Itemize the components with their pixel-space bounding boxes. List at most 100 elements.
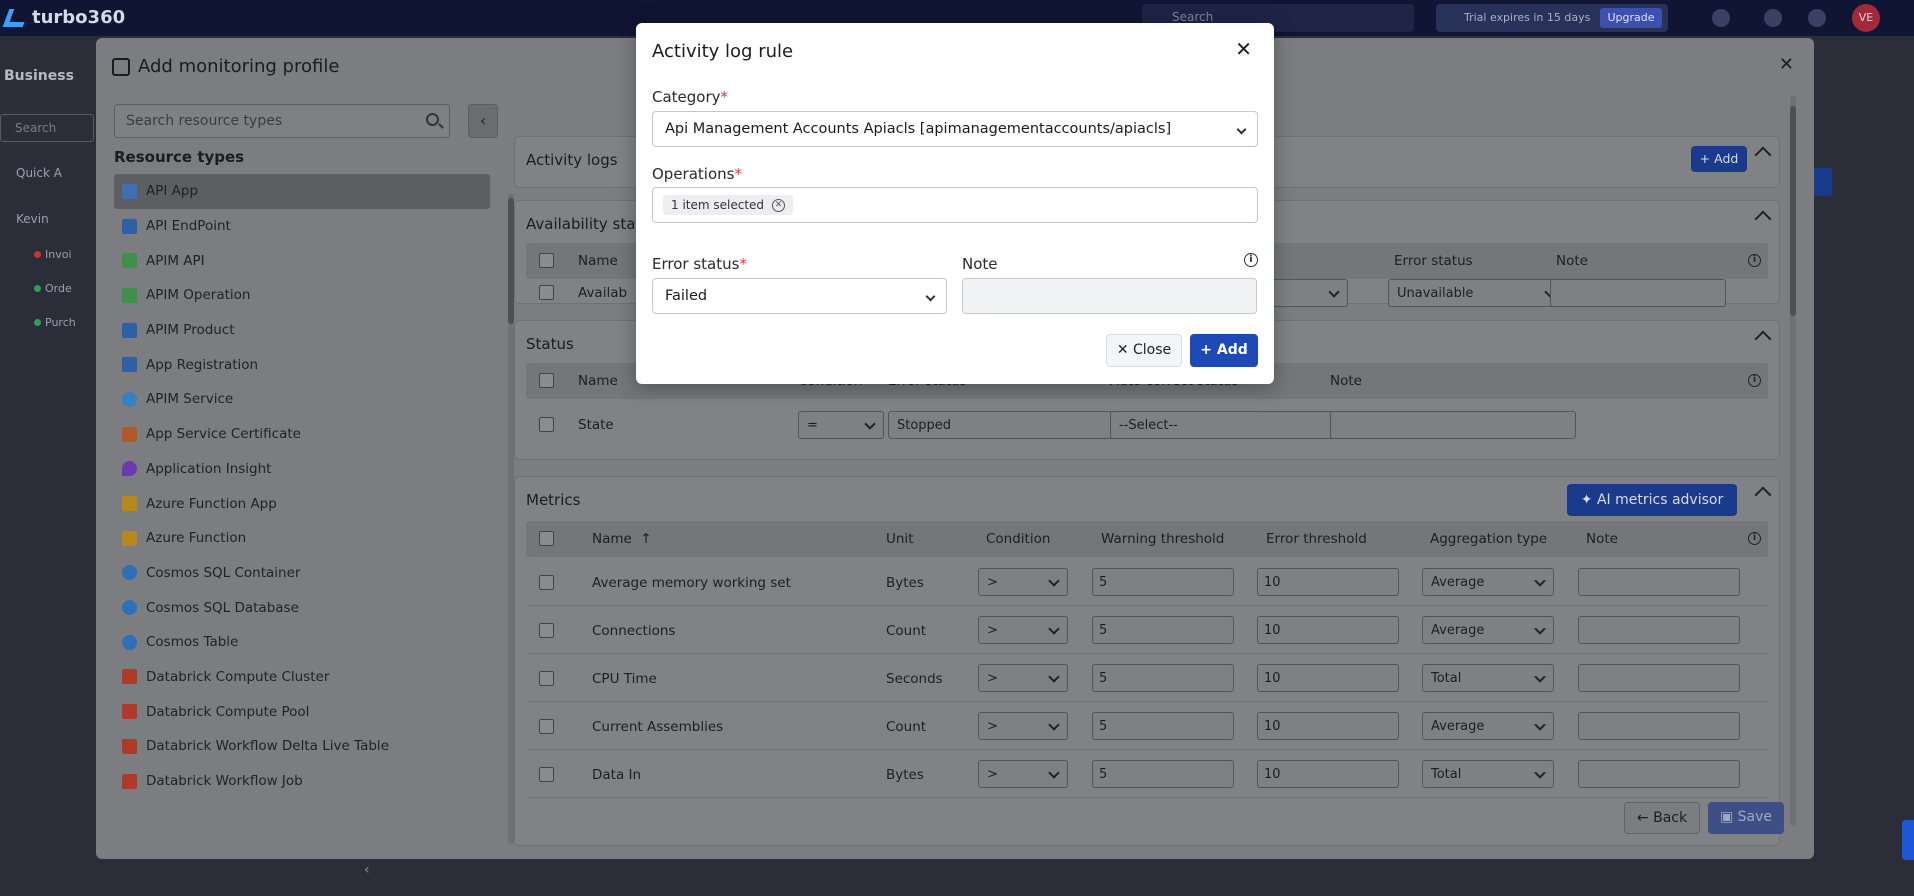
databrick-icon [122,669,137,685]
resource-type-search-input[interactable]: Search resource types [114,104,450,138]
resource-type-item[interactable]: API App [114,174,490,209]
resource-type-item[interactable]: API EndPoint [114,209,490,244]
note-input[interactable] [1578,712,1740,740]
error-threshold-input[interactable]: 10 [1257,664,1399,692]
category-select[interactable]: Api Management Accounts Apiacls [apimana… [652,111,1258,147]
note-input[interactable] [1550,279,1726,307]
row-checkbox[interactable] [539,575,554,590]
alerts-icon[interactable] [1764,9,1782,27]
add-button[interactable]: + Add [1190,334,1258,367]
resource-type-item[interactable]: Application Insight [114,452,490,487]
select-all-checkbox[interactable] [539,373,554,388]
row-checkbox[interactable] [539,767,554,782]
note-input[interactable] [1578,664,1740,692]
resource-type-item[interactable]: App Service Certificate [114,417,490,452]
quick-access-node[interactable]: Quick A [16,166,62,180]
status-dot-icon [34,285,41,292]
condition-select[interactable]: > [978,760,1068,788]
note-input[interactable] [962,278,1257,314]
resource-type-item[interactable]: Azure Function App [114,486,490,521]
row-checkbox[interactable] [539,285,554,300]
aggregation-select[interactable]: Total [1422,664,1554,692]
root-tree-node[interactable]: Kevin [16,212,49,226]
select-all-checkbox[interactable] [539,253,554,268]
aggregation-select[interactable]: Average [1422,616,1554,644]
error-threshold-input[interactable]: 10 [1257,712,1399,740]
warning-threshold-input[interactable]: 5 [1092,712,1234,740]
aggregation-select[interactable]: Total [1422,760,1554,788]
info-icon[interactable]: i [1748,374,1761,387]
tree-item[interactable]: Invoi [34,248,72,261]
note-input[interactable] [1578,760,1740,788]
error-status-select[interactable]: Stopped [888,411,1134,439]
operations-multiselect[interactable]: 1 item selected ✕ [652,187,1258,223]
resource-type-item[interactable]: Databrick Workflow Job [114,764,490,799]
error-status-select[interactable]: Unavailable [1388,279,1564,307]
note-input[interactable] [1578,616,1740,644]
error-status-select[interactable]: Failed [652,278,947,314]
background-search-input[interactable]: Search [0,114,94,142]
ai-metrics-advisor-button[interactable]: ✦ AI metrics advisor [1567,484,1737,516]
resource-type-item[interactable]: APIM Operation [114,278,490,313]
info-icon[interactable]: i [1748,532,1761,545]
resource-type-item[interactable]: APIM Service [114,382,490,417]
chevron-up-icon[interactable] [1754,330,1772,348]
chevron-up-icon[interactable] [1754,486,1772,504]
resource-type-item[interactable]: App Registration [114,347,490,382]
error-threshold-input[interactable]: 10 [1257,568,1399,596]
brand-logo[interactable]: turbo360 [2,7,125,28]
condition-select[interactable]: > [978,616,1068,644]
back-button[interactable]: ← Back [1624,802,1700,834]
collapse-pane-button[interactable]: ‹ [468,104,498,138]
warning-threshold-input[interactable]: 5 [1092,664,1234,692]
status-dot-icon [34,319,41,326]
error-threshold-input[interactable]: 10 [1257,760,1399,788]
row-checkbox[interactable] [539,671,554,686]
close-icon[interactable]: ✕ [1235,39,1252,59]
rules-scrollbar[interactable] [1790,96,1796,826]
feedback-side-tab[interactable] [1902,820,1914,860]
resource-type-item[interactable]: APIM API [114,243,490,278]
add-activity-log-button[interactable]: + Add [1691,146,1747,172]
note-input[interactable] [1578,568,1740,596]
resource-type-item[interactable]: Cosmos SQL Container [114,556,490,591]
condition-select[interactable]: > [978,712,1068,740]
clear-selection-icon[interactable]: ✕ [772,198,786,212]
resource-type-item[interactable]: APIM Product [114,313,490,348]
error-threshold-input[interactable]: 10 [1257,616,1399,644]
row-checkbox[interactable] [539,417,554,432]
warning-threshold-input[interactable]: 5 [1092,568,1234,596]
row-checkbox[interactable] [539,719,554,734]
user-avatar[interactable]: VE [1852,4,1880,32]
select-all-checkbox[interactable] [539,531,554,546]
condition-select[interactable]: > [978,664,1068,692]
info-icon[interactable]: i [1244,253,1258,267]
resource-type-item[interactable]: Azure Function [114,521,490,556]
chevron-up-icon[interactable] [1754,210,1772,228]
info-icon[interactable]: i [1748,254,1761,267]
warning-threshold-input[interactable]: 5 [1092,616,1234,644]
resource-type-item[interactable]: Databrick Compute Cluster [114,660,490,695]
tree-item[interactable]: Orde [34,282,72,295]
condition-select[interactable]: > [978,568,1068,596]
close-button[interactable]: ✕ Close [1106,334,1182,367]
help-icon[interactable] [1808,9,1826,27]
condition-select[interactable]: = [798,411,884,439]
aggregation-select[interactable]: Average [1422,712,1554,740]
auto-correct-select[interactable]: --Select-- [1110,411,1356,439]
aggregation-select[interactable]: Average [1422,568,1554,596]
tree-item[interactable]: Purch [34,316,76,329]
warning-threshold-input[interactable]: 5 [1092,760,1234,788]
resource-type-item[interactable]: Cosmos Table [114,625,490,660]
save-button[interactable]: ▣ Save [1708,802,1784,834]
modal-close-icon[interactable]: ✕ [1779,54,1794,75]
resource-type-item[interactable]: Databrick Compute Pool [114,694,490,729]
column-header[interactable]: Name ↑ [592,531,652,547]
row-checkbox[interactable] [539,623,554,638]
notification-bell-icon[interactable] [1712,9,1730,27]
upgrade-button[interactable]: Upgrade [1600,8,1662,28]
resource-type-item[interactable]: Databrick Workflow Delta Live Table [114,729,490,764]
chevron-up-icon[interactable] [1754,146,1772,164]
resource-type-item[interactable]: Cosmos SQL Database [114,590,490,625]
note-input[interactable] [1330,411,1576,439]
